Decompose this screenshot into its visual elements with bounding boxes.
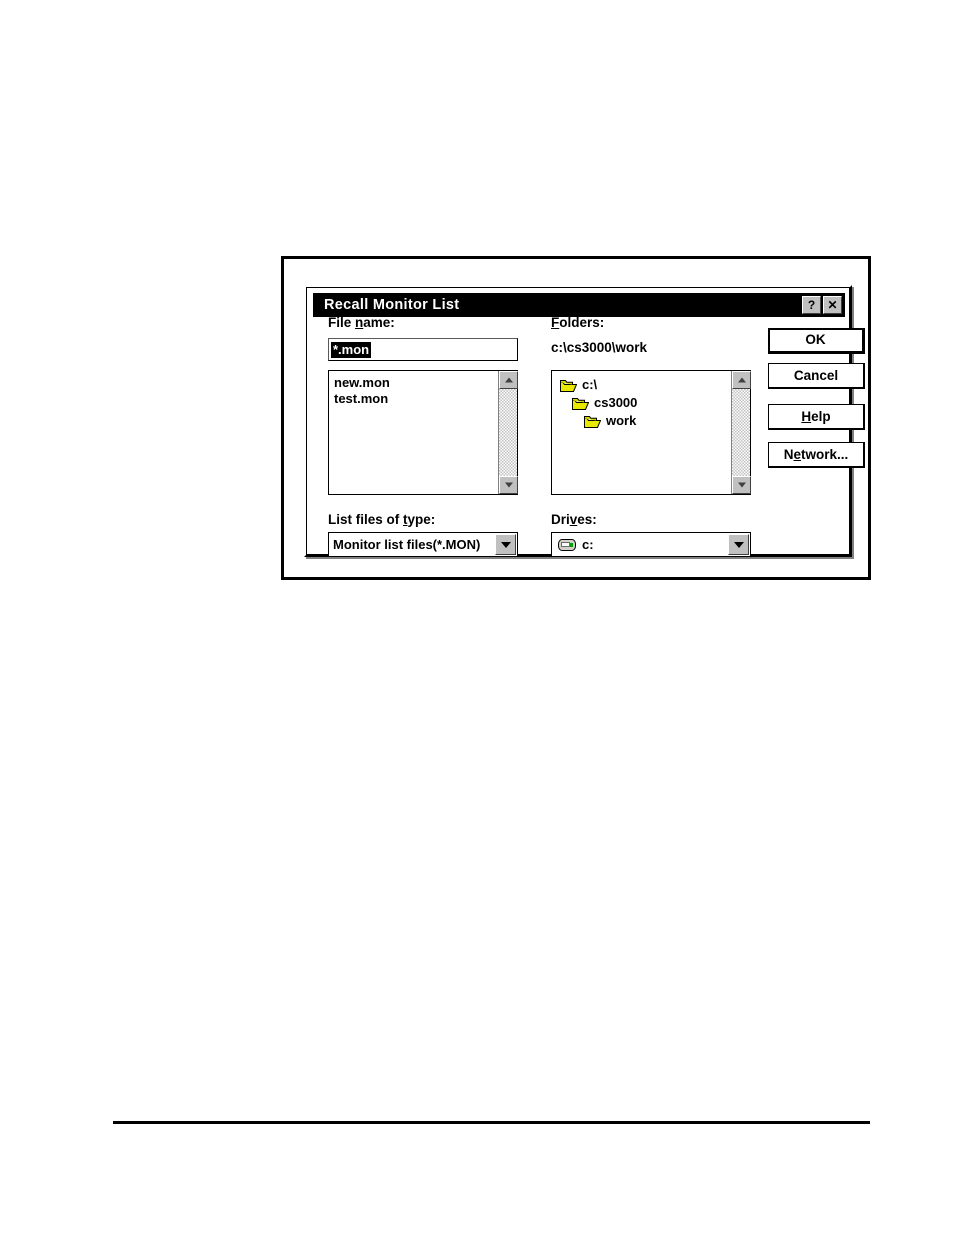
file-name-input[interactable]: *.mon — [328, 338, 518, 361]
folder-tree-label: cs3000 — [594, 395, 638, 410]
folder-tree-scrollbar[interactable] — [731, 371, 751, 494]
list-item[interactable]: test.mon — [334, 391, 498, 407]
current-path: c:\cs3000\work — [551, 340, 648, 355]
scroll-up-icon[interactable] — [499, 371, 518, 389]
scroll-down-icon[interactable] — [499, 476, 518, 494]
folder-open-icon — [560, 379, 578, 392]
titlebar-button-group: ? ✕ — [802, 296, 842, 314]
folder-open-icon — [572, 397, 590, 410]
file-name-label: File name: — [328, 315, 395, 330]
folders-label: Folders: — [551, 315, 605, 330]
file-list-box[interactable]: new.mon test.mon — [328, 370, 518, 495]
list-files-of-type-value: Monitor list files(*.MON) — [333, 537, 481, 552]
list-files-of-type-label: List files of type: — [328, 512, 436, 527]
file-name-value: *.mon — [331, 341, 372, 358]
title-bar[interactable]: Recall Monitor List ? ✕ — [313, 293, 845, 317]
file-list-items: new.mon test.mon — [329, 371, 498, 494]
page-footer-rule — [113, 1121, 870, 1124]
ok-button[interactable]: OK — [768, 328, 865, 354]
cancel-button[interactable]: Cancel — [768, 363, 865, 389]
file-list-scrollbar[interactable] — [498, 371, 518, 494]
folder-tree-box[interactable]: c:\ cs3000 work — [551, 370, 751, 495]
scroll-down-icon[interactable] — [732, 476, 751, 494]
close-icon[interactable]: ✕ — [823, 296, 842, 314]
scroll-up-icon[interactable] — [732, 371, 751, 389]
folder-tree-row[interactable]: cs3000 — [572, 394, 731, 412]
hard-drive-icon — [558, 538, 576, 551]
chevron-down-icon[interactable] — [728, 534, 749, 555]
drives-value-wrapper: c: — [552, 537, 728, 552]
network-button[interactable]: Network... — [768, 442, 865, 468]
folder-open-icon — [584, 415, 602, 428]
folder-tree-label: work — [606, 413, 637, 428]
recall-monitor-list-dialog: Recall Monitor List ? ✕ File name: *.mon… — [304, 285, 865, 557]
drives-combo[interactable]: c: — [551, 532, 751, 557]
list-files-of-type-combo[interactable]: Monitor list files(*.MON) — [328, 532, 518, 557]
folder-tree-items: c:\ cs3000 work — [552, 371, 731, 494]
help-question-icon[interactable]: ? — [802, 296, 821, 314]
folder-tree-label: c:\ — [582, 377, 598, 392]
dialog-title: Recall Monitor List — [324, 297, 460, 313]
list-item[interactable]: new.mon — [334, 375, 498, 391]
drives-label: Drives: — [551, 512, 597, 527]
help-button[interactable]: Help — [768, 404, 865, 430]
folder-tree-row[interactable]: work — [584, 412, 731, 430]
drives-value: c: — [582, 537, 594, 552]
folder-tree-row[interactable]: c:\ — [560, 376, 731, 394]
figure-frame: Recall Monitor List ? ✕ File name: *.mon… — [281, 256, 871, 580]
chevron-down-icon[interactable] — [495, 534, 516, 555]
